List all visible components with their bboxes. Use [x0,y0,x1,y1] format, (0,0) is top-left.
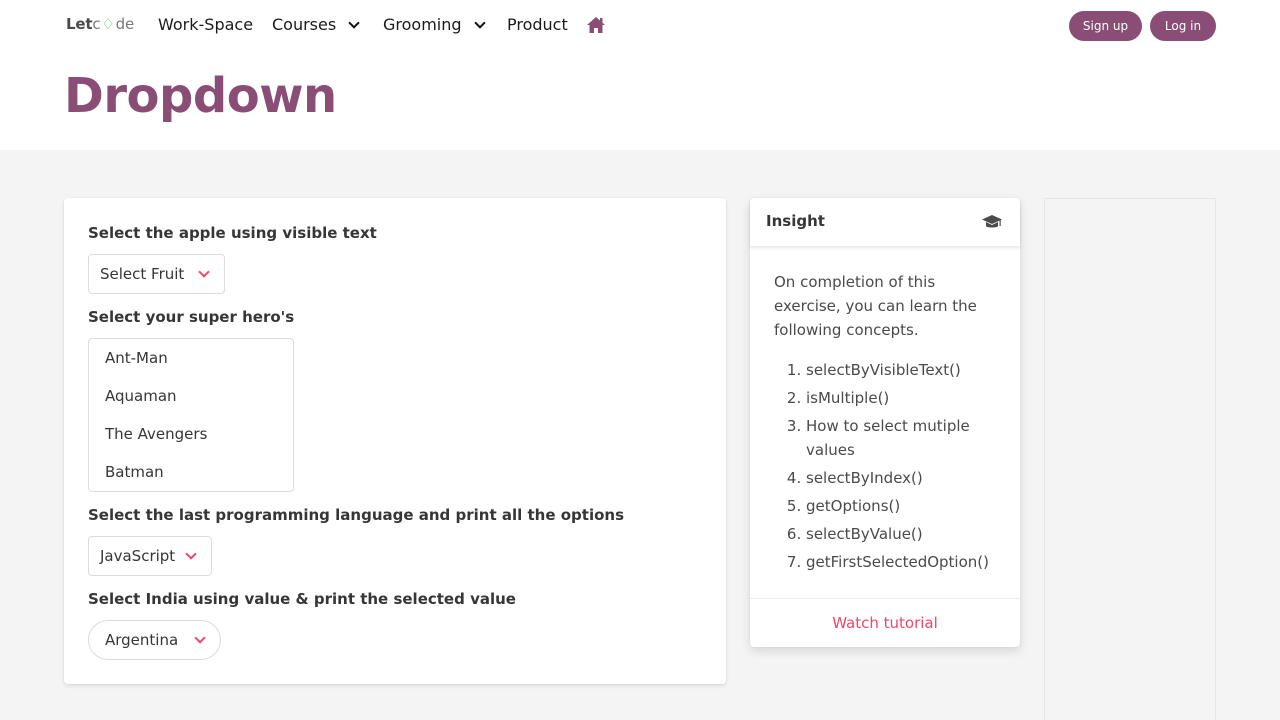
nav-courses-label: Courses [272,15,337,34]
concept-item: selectByVisibleText() [806,358,1000,382]
insight-header: Insight [750,198,1020,246]
chevron-down-icon [185,548,197,560]
nav-product[interactable]: Product [507,15,568,34]
concept-list: selectByVisibleText() isMultiple() How t… [774,358,1000,574]
ad-placeholder [1044,198,1216,720]
fruit-select-value: Select Fruit [100,265,185,283]
nav-grooming[interactable]: Grooming [383,15,486,34]
home-icon[interactable] [586,16,606,34]
chevron-down-icon [194,632,206,644]
navbar: Let c ♢ de Work-Space Courses Grooming P… [64,10,1216,42]
insight-footer: Watch tutorial [750,598,1020,647]
logo-code-icon: ♢ [101,15,115,33]
insight-title: Insight [766,212,825,230]
superhero-option[interactable]: Ant-Man [89,339,293,377]
concept-item: selectByValue() [806,522,1000,546]
fruit-label: Select the apple using visible text [88,224,377,242]
nav-grooming-label: Grooming [383,15,462,34]
concept-item: isMultiple() [806,386,1000,410]
superhero-option[interactable]: Aquaman [89,377,293,415]
log-in-button[interactable]: Log in [1150,11,1216,41]
insight-intro: On completion of this exercise, you can … [774,273,977,339]
nav-workspace[interactable]: Work-Space [158,15,253,34]
insight-card: Insight On completion of this exercise, … [750,198,1020,647]
nav-workspace-label: Work-Space [158,15,254,34]
logo-text-c: c [92,15,101,33]
page-title: Dropdown [64,68,337,124]
fruit-select[interactable]: Select Fruit [88,254,225,294]
nav-product-label: Product [507,15,568,34]
country-select-value: Argentina [105,631,179,649]
language-label: Select the last programming language and… [88,506,625,524]
logo[interactable]: Let c ♢ de [66,15,134,33]
chevron-down-icon [473,16,486,29]
superhero-label: Select your super hero's [88,308,295,326]
superhero-option[interactable]: The Avengers [89,415,293,453]
concept-item: getOptions() [806,494,1000,518]
nav-courses[interactable]: Courses [272,15,360,34]
language-select-value: JavaScript [100,547,176,565]
watch-tutorial-link[interactable]: Watch tutorial [832,614,938,632]
graduation-cap-icon [982,215,1002,228]
superhero-multiselect[interactable]: Ant-Man Aquaman The Avengers Batman [88,338,294,492]
sign-up-button[interactable]: Sign up [1069,11,1142,41]
header: Let c ♢ de Work-Space Courses Grooming P… [0,0,1280,150]
dropdown-form-card: Select the apple using visible text Sele… [64,198,726,684]
concept-item: How to select mutiple values [806,414,1000,462]
superhero-option[interactable]: Batman [89,453,293,491]
language-select[interactable]: JavaScript [88,536,212,576]
logo-text-de: de [115,15,135,33]
logo-text-let: Let [66,15,93,33]
country-label: Select India using value & print the sel… [88,590,516,608]
concept-item: getFirstSelectedOption() [806,550,1000,574]
concept-item: selectByIndex() [806,466,1000,490]
chevron-down-icon [198,266,210,278]
country-select[interactable]: Argentina [88,620,221,660]
insight-body: On completion of this exercise, you can … [774,270,1000,578]
chevron-down-icon [348,16,360,29]
